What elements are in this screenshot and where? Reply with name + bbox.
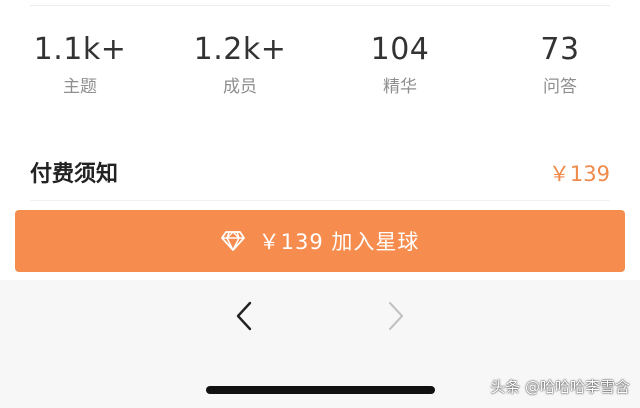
home-indicator[interactable] [206, 386, 435, 394]
stats-row: 1.1k+ 主题 1.2k+ 成员 104 精华 73 问答 [0, 30, 640, 110]
stat-value: 1.2k+ [193, 32, 287, 67]
join-button-label: ￥139 加入星球 [258, 230, 420, 254]
chevron-left-icon [236, 301, 252, 331]
stat-value: 1.1k+ [33, 32, 127, 67]
top-divider [30, 5, 610, 6]
stat-topics[interactable]: 1.1k+ 主题 [10, 30, 150, 98]
payment-notice-title: 付费须知 [30, 162, 119, 187]
screen: 1.1k+ 主题 1.2k+ 成员 104 精华 73 问答 付费须知 ￥139 [0, 0, 640, 408]
diamond-icon [220, 230, 245, 252]
stat-featured[interactable]: 104 精华 [330, 30, 470, 98]
stat-label: 主题 [63, 77, 97, 97]
stat-value: 73 [540, 32, 580, 67]
payment-notice-price: ￥139 [548, 162, 610, 186]
payment-notice-row[interactable]: 付费须知 ￥139 [30, 152, 610, 192]
nav-back-button[interactable] [229, 296, 259, 336]
nav-forward-button[interactable] [381, 296, 411, 336]
chevron-right-icon [388, 301, 404, 331]
stat-value: 104 [370, 32, 430, 67]
stat-label: 成员 [223, 77, 257, 97]
watermark: 头条 @哈哈哈李雪含 [490, 378, 630, 396]
stat-qa[interactable]: 73 问答 [490, 30, 630, 98]
stat-label: 精华 [383, 77, 417, 97]
join-planet-button[interactable]: ￥139 加入星球 [15, 210, 625, 272]
divider [30, 200, 610, 201]
stat-members[interactable]: 1.2k+ 成员 [170, 30, 310, 98]
stat-label: 问答 [543, 77, 577, 97]
